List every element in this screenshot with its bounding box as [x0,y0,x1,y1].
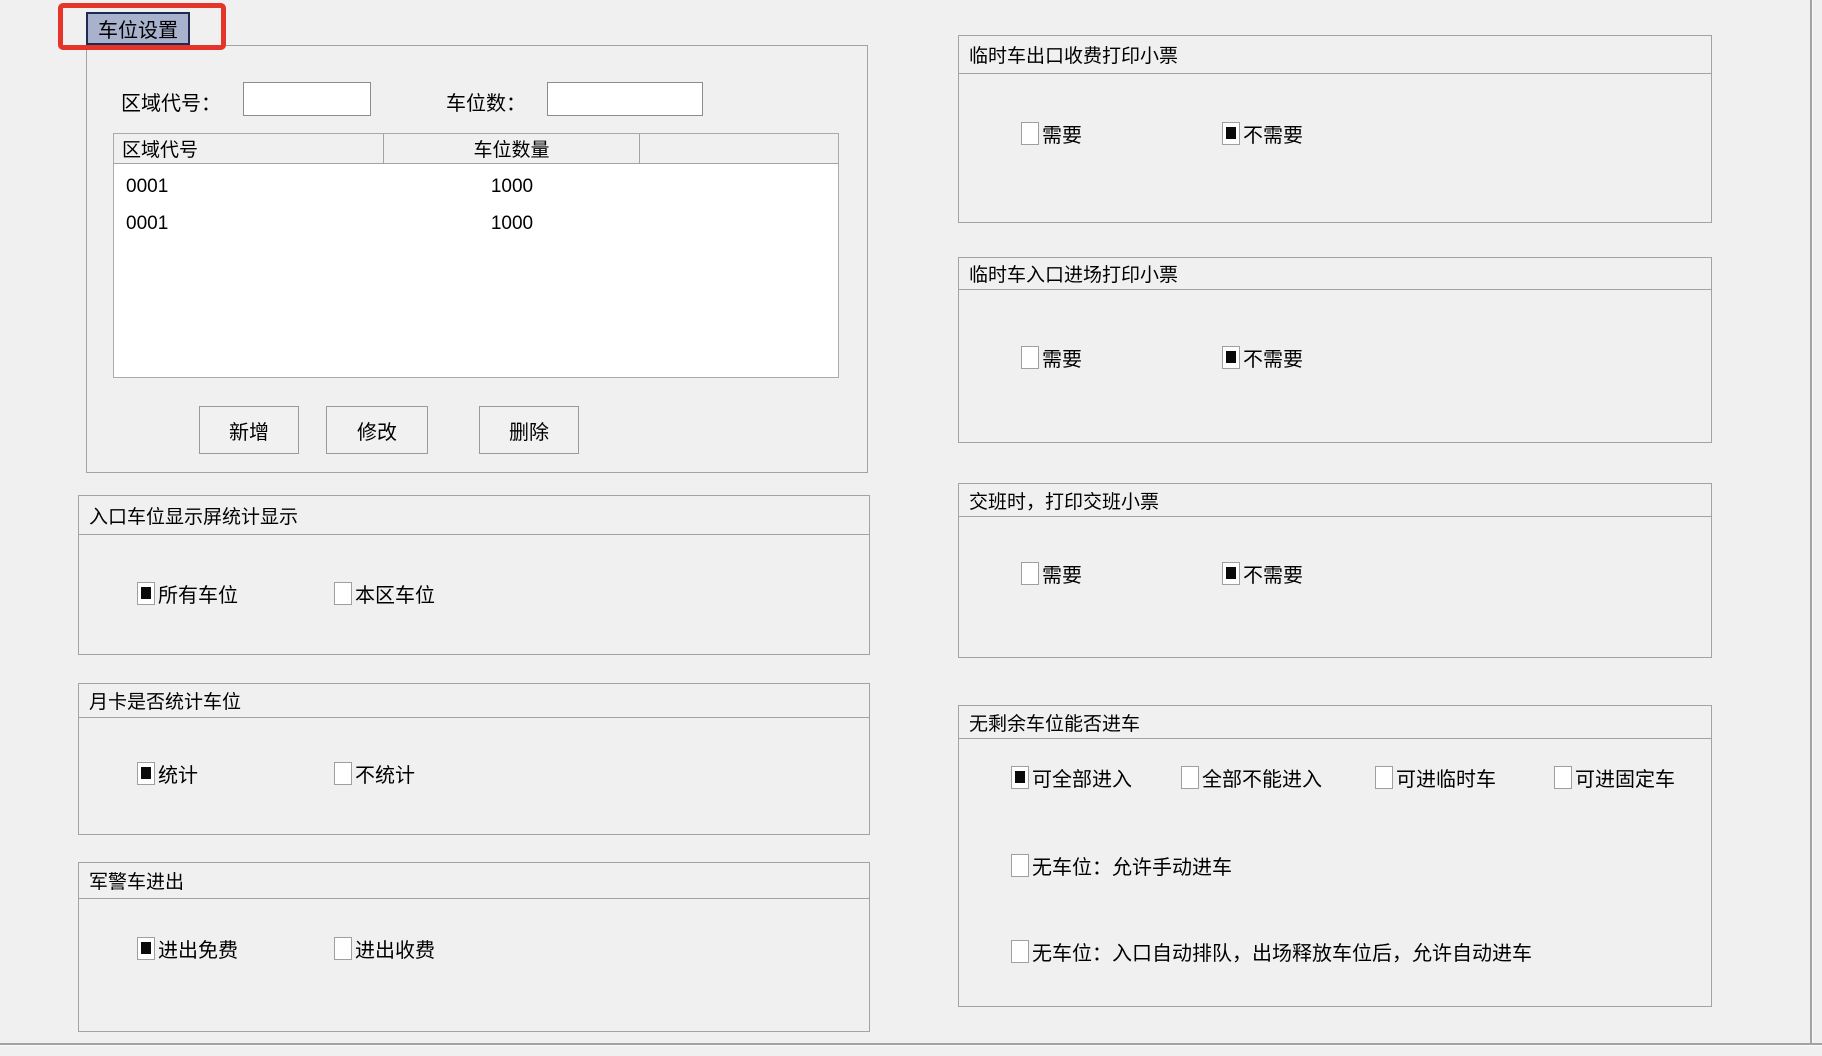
cell-area-code: 0001 [114,213,384,235]
group-title: 无剩余车位能否进车 [959,706,1711,739]
checkbox-icon[interactable] [1222,346,1240,369]
option-label: 本区车位 [355,579,435,608]
option-no-need[interactable]: 不需要 [1222,120,1303,146]
option-label: 所有车位 [158,579,238,608]
option-auto-queue-entry[interactable]: 无车位：入口自动排队，出场释放车位后，允许自动进车 [1011,938,1532,964]
option-need[interactable]: 需要 [1021,120,1082,146]
add-button[interactable]: 新增 [199,406,299,454]
area-code-input[interactable] [243,82,371,116]
option-label: 进出免费 [158,934,238,963]
checkbox-icon[interactable] [1222,122,1240,145]
group-temp-entry-ticket: 临时车入口进场打印小票 需要 不需要 [958,257,1712,443]
cell-space-count: 1000 [384,176,640,198]
option-charged-in-out[interactable]: 进出收费 [334,935,435,961]
option-manual-entry-allowed[interactable]: 无车位：允许手动进车 [1011,852,1232,878]
checkbox-icon[interactable] [1021,562,1039,585]
delete-button[interactable]: 删除 [479,406,579,454]
option-no-need[interactable]: 不需要 [1222,344,1303,370]
option-count[interactable]: 统计 [137,760,198,786]
space-count-label: 车位数： [446,84,526,118]
checkbox-icon[interactable] [137,582,155,605]
checkbox-icon[interactable] [1011,766,1029,789]
option-label: 不需要 [1243,119,1303,148]
option-label: 不统计 [355,759,415,788]
option-label: 全部不能进入 [1202,763,1322,792]
checkbox-icon[interactable] [1021,122,1039,145]
window-bottom-border [0,1043,1822,1046]
checkbox-icon[interactable] [1222,562,1240,585]
option-temp-can-enter[interactable]: 可进临时车 [1375,764,1496,790]
group-title: 交班时，打印交班小票 [959,484,1711,517]
checkbox-icon[interactable] [334,582,352,605]
option-need[interactable]: 需要 [1021,560,1082,586]
checkbox-icon[interactable] [1554,766,1572,789]
space-count-input[interactable] [547,82,703,116]
checkbox-icon[interactable] [137,762,155,785]
option-all-spaces[interactable]: 所有车位 [137,580,238,606]
option-label: 可全部进入 [1032,763,1132,792]
option-no-count[interactable]: 不统计 [334,760,415,786]
checkbox-icon[interactable] [137,937,155,960]
table-row[interactable]: 00011000 [114,168,838,205]
table-body: 0001100000011000 [114,164,838,242]
option-label: 需要 [1042,343,1082,372]
area-code-label: 区域代号： [121,84,221,118]
area-table-header: 区域代号 车位数量 [114,134,838,164]
group-title: 临时车入口进场打印小票 [959,258,1711,290]
cell-space-count: 1000 [384,213,640,235]
table-header-area-code[interactable]: 区域代号 [114,134,384,164]
option-label: 不需要 [1243,559,1303,588]
option-label: 无车位：允许手动进车 [1032,851,1232,880]
group-monthly-card: 月卡是否统计车位 统计 不统计 [78,683,870,835]
group-entry-display: 入口车位显示屏统计显示 所有车位 本区车位 [78,495,870,655]
parking-settings-page: 车位设置 区域代号： 车位数： 区域代号 车位数量 00011000000110… [0,0,1822,1056]
checkbox-icon[interactable] [1011,854,1029,877]
option-free-in-out[interactable]: 进出免费 [137,935,238,961]
checkbox-icon[interactable] [1011,940,1029,963]
option-label: 可进固定车 [1575,763,1675,792]
group-title: 军警车进出 [79,863,869,899]
option-all-can-enter[interactable]: 可全部进入 [1011,764,1132,790]
modify-button[interactable]: 修改 [326,406,428,454]
group-title: 月卡是否统计车位 [79,684,869,718]
cell-area-code: 0001 [114,176,384,198]
table-row[interactable]: 00011000 [114,205,838,242]
option-zone-spaces[interactable]: 本区车位 [334,580,435,606]
group-shift-ticket: 交班时，打印交班小票 需要 不需要 [958,483,1712,658]
group-military-police: 军警车进出 进出免费 进出收费 [78,862,870,1032]
option-no-need[interactable]: 不需要 [1222,560,1303,586]
group-area-settings: 区域代号： 车位数： 区域代号 车位数量 0001100000011000 新增… [86,45,868,473]
option-label: 可进临时车 [1396,763,1496,792]
group-no-space-policy: 无剩余车位能否进车 可全部进入 全部不能进入 可进临时车 可进固定车 无车位：允… [958,705,1712,1007]
option-label: 无车位：入口自动排队，出场释放车位后，允许自动进车 [1032,937,1532,966]
table-header-empty[interactable] [640,134,838,164]
option-label: 不需要 [1243,343,1303,372]
option-label: 进出收费 [355,934,435,963]
table-header-space-count[interactable]: 车位数量 [384,134,640,164]
group-title: 入口车位显示屏统计显示 [79,496,869,535]
area-table: 区域代号 车位数量 0001100000011000 [113,133,839,378]
checkbox-icon[interactable] [334,762,352,785]
tab-parking-settings[interactable]: 车位设置 [86,12,190,45]
option-need[interactable]: 需要 [1021,344,1082,370]
checkbox-icon[interactable] [1181,766,1199,789]
checkbox-icon[interactable] [1375,766,1393,789]
option-label: 统计 [158,759,198,788]
group-title: 临时车出口收费打印小票 [959,36,1711,74]
option-fixed-can-enter[interactable]: 可进固定车 [1554,764,1675,790]
checkbox-icon[interactable] [334,937,352,960]
option-label: 需要 [1042,559,1082,588]
checkbox-icon[interactable] [1021,346,1039,369]
group-temp-exit-ticket: 临时车出口收费打印小票 需要 不需要 [958,35,1712,223]
window-right-border [1810,0,1813,1046]
option-none-can-enter[interactable]: 全部不能进入 [1181,764,1322,790]
option-label: 需要 [1042,119,1082,148]
